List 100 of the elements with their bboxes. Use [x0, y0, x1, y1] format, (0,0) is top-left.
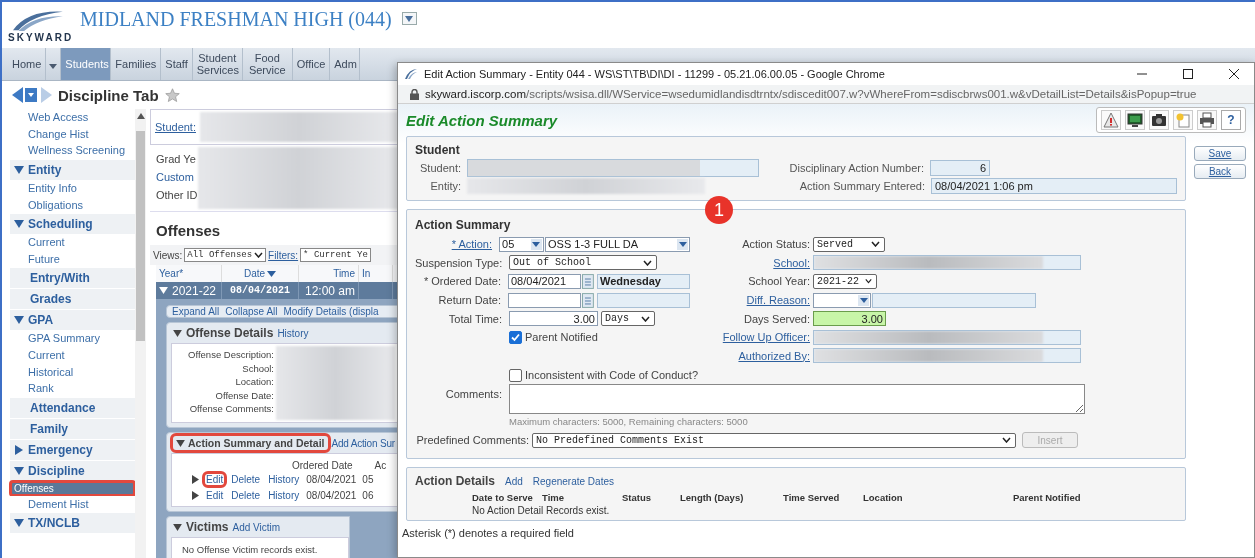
caret-down-icon[interactable]: [173, 523, 182, 531]
logo: SKYWARD: [8, 7, 70, 43]
nav-tab[interactable]: Food Service: [242, 48, 293, 80]
date-field[interactable]: [507, 292, 582, 308]
field-link[interactable]: Follow Up Officer:: [690, 331, 810, 344]
nav-tab[interactable]: Staff: [161, 48, 193, 80]
monitor-icon[interactable]: [1125, 110, 1145, 130]
filters-link[interactable]: Filters:: [268, 249, 299, 261]
description-field[interactable]: [872, 292, 1036, 308]
toolbar-link[interactable]: Expand All: [172, 306, 220, 317]
sidebar-heading[interactable]: Grades: [10, 288, 136, 310]
section-link[interactable]: Add: [505, 476, 523, 488]
sidebar-heading[interactable]: Attendance: [10, 396, 136, 418]
hint-text: Maximum characters: 5000, Remaining characters: 5000: [509, 416, 749, 428]
sidebar-heading[interactable]: Family: [10, 417, 136, 439]
sidebar-heading[interactable]: Entry/With: [10, 267, 136, 289]
caret-down-icon[interactable]: [176, 439, 185, 447]
sidebar-section[interactable]: Discipline: [10, 459, 136, 481]
caret-down-icon[interactable]: [173, 329, 182, 337]
row-link[interactable]: Delete: [230, 473, 262, 485]
code-dropdown[interactable]: [813, 292, 871, 308]
field-link[interactable]: * Action:: [415, 238, 493, 251]
lock-icon: [410, 88, 419, 100]
section-label[interactable]: TX/NCLB: [28, 516, 80, 531]
close-icon[interactable]: [1228, 68, 1240, 80]
camera-icon[interactable]: [1149, 110, 1169, 130]
table-row[interactable]: 2021-22 08/04/2021 12:00 am: [156, 282, 399, 299]
dropdown[interactable]: Served: [813, 236, 885, 252]
field-link[interactable]: School:: [690, 256, 810, 269]
sidebar-section[interactable]: Emergency: [10, 438, 136, 460]
checkbox[interactable]: Parent Notified: [509, 330, 598, 344]
row-link[interactable]: Delete: [230, 489, 262, 501]
star-icon[interactable]: [164, 87, 180, 103]
number-field[interactable]: 3.00: [813, 311, 886, 327]
add-action-link[interactable]: Add Action Sur: [331, 437, 395, 449]
dropdown[interactable]: Out of School: [509, 255, 657, 271]
section-label[interactable]: GPA: [28, 313, 54, 328]
column-header: Time Served: [783, 492, 841, 504]
row-link[interactable]: Edit: [205, 473, 225, 485]
section-label[interactable]: Scheduling: [28, 216, 93, 231]
filter-field[interactable]: * Current Ye: [300, 248, 371, 262]
panel-title: Action Summary and Detail: [173, 436, 328, 450]
nav-tab[interactable]: Student Services: [192, 48, 243, 80]
dropdown[interactable]: 2021-22: [813, 274, 877, 289]
warning-icon[interactable]: [1101, 110, 1121, 130]
row-link[interactable]: History: [267, 489, 301, 501]
caret-icon[interactable]: [532, 241, 541, 247]
sidebar-section[interactable]: Entity: [10, 158, 136, 180]
sidebar-section[interactable]: GPA: [10, 309, 136, 331]
caret-icon[interactable]: [678, 241, 687, 247]
sidebar-section[interactable]: Scheduling: [10, 212, 136, 234]
scroll-up-icon[interactable]: [136, 113, 145, 119]
help-button[interactable]: ?: [1221, 110, 1241, 130]
description-field[interactable]: OSS 1-3 FULL DA: [545, 236, 690, 252]
nav-tab[interactable]: Adm: [330, 48, 360, 80]
date-field[interactable]: 08/04/2021: [507, 274, 582, 289]
section-label[interactable]: Discipline: [28, 463, 85, 478]
caret-down-icon[interactable]: [159, 286, 168, 295]
sidebar-section[interactable]: TX/NCLB: [10, 512, 136, 534]
row-link[interactable]: Edit: [205, 489, 225, 501]
navigation-arrows-icon[interactable]: [12, 87, 52, 103]
maximize-icon[interactable]: [1182, 68, 1194, 80]
student-link[interactable]: Student:: [155, 121, 196, 133]
dropdown[interactable]: No Predefined Comments Exist: [532, 432, 1016, 448]
comments-field[interactable]: [509, 384, 1085, 415]
row-link[interactable]: History: [267, 473, 301, 485]
field-label: Action Status:: [741, 238, 810, 251]
toolbar-link[interactable]: Modify Details (displa: [283, 306, 379, 317]
dropdown-button[interactable]: [401, 12, 417, 25]
field-label: * Ordered Date:: [422, 275, 501, 288]
number-field[interactable]: 3.00: [509, 311, 598, 327]
field-link[interactable]: Diff. Reason:: [690, 294, 810, 307]
sidebar-link[interactable]: Offenses: [10, 480, 136, 496]
print-icon[interactable]: [1197, 110, 1217, 130]
chevron-icon: [254, 252, 264, 258]
history-link[interactable]: History: [277, 327, 309, 339]
field-label: Offense Date:: [215, 389, 274, 401]
field-link[interactable]: Custom: [156, 171, 198, 183]
toolbar-link[interactable]: Collapse All: [225, 306, 278, 317]
unit-dropdown[interactable]: Days: [601, 311, 655, 327]
add-victim-link[interactable]: Add Victim: [232, 521, 281, 533]
field-label: Offense Description:: [188, 349, 274, 360]
field-link[interactable]: Authorized By:: [690, 349, 810, 362]
caret-icon[interactable]: [859, 297, 868, 303]
nav-tab[interactable]: Office: [292, 48, 331, 80]
code-dropdown[interactable]: 05: [499, 236, 544, 252]
chevron-icon: [1002, 437, 1011, 444]
panel-title: Offense Details: [186, 326, 274, 340]
address-bar[interactable]: skyward.iscorp.com/scripts/wsisa.dll/WService=wsedumidlandisdtrntx/sdiscedit007.w?vWhereFrom=sdiscbrws001.w&vDetailList=Details&isPopup=true: [398, 85, 1254, 104]
nav-tab[interactable]: Families: [111, 48, 162, 80]
section-label[interactable]: Emergency: [28, 442, 93, 457]
caret-icon: [49, 63, 58, 69]
section-link[interactable]: Regenerate Dates: [532, 476, 614, 488]
checkbox[interactable]: Inconsistent with Code of Conduct?: [509, 368, 1177, 383]
field-label: Return Date:: [437, 294, 501, 307]
views-dropdown[interactable]: All Offenses: [184, 248, 267, 262]
action-button[interactable]: Save: [1194, 146, 1246, 161]
action-button[interactable]: Back: [1194, 164, 1246, 179]
section-label[interactable]: Entity: [28, 162, 62, 177]
nav-tab[interactable]: Home: [8, 48, 47, 80]
